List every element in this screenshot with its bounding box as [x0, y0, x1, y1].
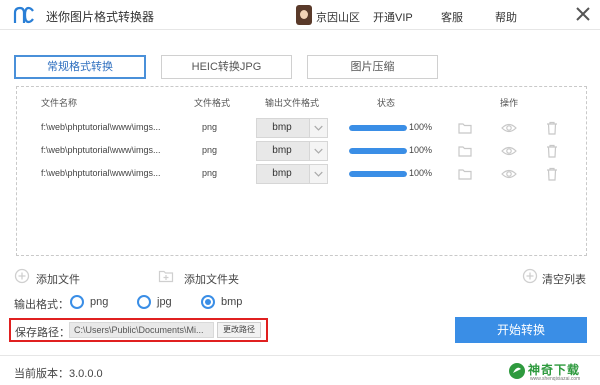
customer-service-link[interactable]: 客服 — [441, 9, 463, 25]
watermark-logo: 神奇下载 www.shenqixiazai.com — [506, 356, 600, 385]
radio-dot — [201, 295, 215, 309]
header-file-format: 文件格式 — [194, 98, 231, 108]
table-row: f:\web\phptutorial\www\imgs... png bmp 1… — [17, 117, 586, 139]
folder-icon[interactable] — [457, 166, 473, 182]
table-row: f:\web\phptutorial\www\imgs... png bmp 1… — [17, 163, 586, 185]
file-format-cell: png — [202, 122, 218, 132]
file-name-cell: f:\web\phptutorial\www\imgs... — [41, 122, 161, 132]
title-bar: 迷你图片格式转换器 京因山区 开通VIP 客服 帮助 — [0, 0, 600, 30]
radio-bmp[interactable]: bmp — [201, 294, 247, 310]
watermark-url: www.shenqixiazai.com — [530, 376, 581, 382]
eye-icon[interactable] — [501, 143, 517, 159]
output-format-select[interactable]: bmp — [256, 164, 328, 184]
file-name-cell: f:\web\phptutorial\www\imgs... — [41, 168, 161, 178]
user-name[interactable]: 京因山区 — [316, 9, 360, 25]
tab-heic-to-jpg[interactable]: HEIC转换JPG — [161, 55, 292, 79]
file-name-cell: f:\web\phptutorial\www\imgs... — [41, 145, 161, 155]
file-format-cell: png — [202, 168, 218, 178]
app-title: 迷你图片格式转换器 — [46, 10, 155, 24]
trash-icon[interactable] — [544, 120, 560, 136]
add-folder-label: 添加文件夹 — [184, 274, 239, 286]
app-logo-icon — [13, 6, 34, 24]
progress-text: 100% — [409, 122, 433, 132]
progress-bar — [349, 125, 407, 131]
progress-bar — [349, 171, 407, 177]
radio-jpg[interactable]: jpg — [137, 294, 177, 310]
header-status: 状态 — [377, 98, 396, 108]
folder-icon[interactable] — [457, 120, 473, 136]
progress-fill — [349, 148, 407, 154]
open-vip-link[interactable]: 开通VIP — [373, 9, 413, 25]
radio-dot — [70, 295, 84, 309]
tab-image-compress[interactable]: 图片压缩 — [307, 55, 438, 79]
add-folder-button[interactable]: 添加文件夹 — [158, 268, 248, 286]
add-folder-icon — [158, 270, 174, 283]
add-circle-icon — [14, 268, 30, 284]
header-file-name: 文件名称 — [41, 98, 78, 108]
eye-icon[interactable] — [501, 120, 517, 136]
output-format-select[interactable]: bmp — [256, 141, 328, 161]
output-format-label: 输出格式： — [14, 299, 69, 311]
chevron-down-icon — [309, 165, 327, 183]
progress-bar — [349, 148, 407, 154]
header-output-format: 输出文件格式 — [265, 98, 320, 108]
progress-fill — [349, 125, 407, 131]
add-file-button[interactable]: 添加文件 — [14, 268, 94, 286]
eye-icon[interactable] — [501, 166, 517, 182]
radio-png[interactable]: png — [70, 294, 114, 310]
start-convert-button[interactable]: 开始转换 — [455, 317, 587, 343]
table-row: f:\web\phptutorial\www\imgs... png bmp 1… — [17, 140, 586, 162]
chevron-down-icon — [309, 119, 327, 137]
tab-format-convert[interactable]: 常规格式转换 — [14, 55, 146, 79]
save-path-field[interactable]: C:\Users\Public\Documents\Mi... — [69, 322, 214, 338]
folder-icon[interactable] — [457, 143, 473, 159]
progress-text: 100% — [409, 168, 433, 178]
status-bar: 当前版本：3.0.0.0 神奇下载 www.shenqixiazai.com — [0, 355, 600, 385]
trash-icon[interactable] — [544, 143, 560, 159]
trash-icon[interactable] — [544, 166, 560, 182]
change-path-button[interactable]: 更改路径 — [217, 322, 261, 338]
clear-list-button[interactable]: 清空列表 — [522, 268, 588, 286]
user-avatar[interactable] — [296, 5, 312, 25]
output-format-select[interactable]: bmp — [256, 118, 328, 138]
clear-list-label: 清空列表 — [542, 274, 586, 286]
leaf-logo-icon — [509, 363, 525, 379]
file-format-cell: png — [202, 145, 218, 155]
file-list-panel: 文件名称 文件格式 输出文件格式 状态 操作 f:\web\phptutoria… — [16, 86, 587, 256]
chevron-down-icon — [309, 142, 327, 160]
progress-text: 100% — [409, 145, 433, 155]
progress-fill — [349, 171, 407, 177]
add-file-label: 添加文件 — [36, 274, 80, 286]
header-operations: 操作 — [500, 98, 519, 108]
save-path-group: 保存路径： C:\Users\Public\Documents\Mi... 更改… — [9, 318, 268, 342]
close-icon[interactable] — [574, 5, 592, 23]
save-path-label: 保存路径： — [15, 327, 70, 339]
add-circle-icon — [522, 268, 538, 284]
version-text: 当前版本：3.0.0.0 — [14, 368, 103, 380]
help-link[interactable]: 帮助 — [495, 9, 517, 25]
table-header: 文件名称 文件格式 输出文件格式 状态 操作 — [17, 96, 586, 110]
radio-dot — [137, 295, 151, 309]
